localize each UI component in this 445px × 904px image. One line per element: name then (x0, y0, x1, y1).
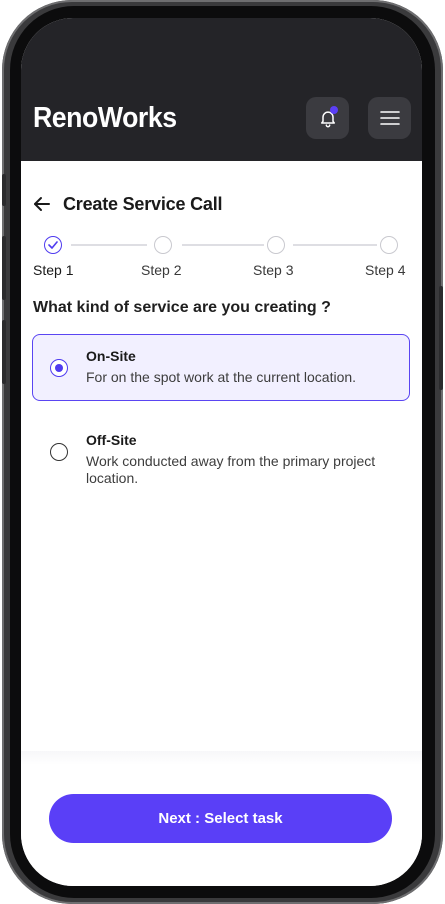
brand-logo: RenoWorks (33, 102, 177, 134)
back-button[interactable] (31, 193, 53, 215)
option-on-site[interactable]: On-Site For on the spot work at the curr… (32, 334, 410, 401)
menu-button[interactable] (368, 97, 411, 139)
step-connector (293, 244, 377, 246)
volume-up-button (2, 236, 6, 300)
check-icon (48, 241, 58, 249)
step-2-indicator (154, 236, 172, 254)
notification-dot (330, 106, 338, 114)
radio-dot (55, 364, 63, 372)
silent-switch (2, 174, 6, 206)
option-description: Work conducted away from the primary pro… (86, 453, 376, 486)
step-connector (182, 244, 264, 246)
option-title: Off-Site (86, 432, 137, 448)
page-title-row: Create Service Call (31, 190, 223, 218)
service-type-question: What kind of service are you creating ? (33, 299, 331, 316)
page-title: Create Service Call (63, 193, 223, 214)
hamburger-menu-icon (379, 111, 400, 125)
notifications-button[interactable] (306, 97, 349, 139)
option-description: For on the spot work at the current loca… (86, 369, 357, 385)
volume-down-button (2, 320, 6, 384)
power-button (439, 286, 443, 390)
option-off-site[interactable]: Off-Site Work conducted away from the pr… (32, 418, 410, 498)
step-4-label: Step 4 (365, 262, 406, 278)
step-3-indicator (267, 236, 285, 254)
step-connector (71, 244, 147, 246)
app-header: RenoWorks (21, 18, 422, 161)
progress-stepper: Step 1 Step 2 Step 3 Step 4 (21, 232, 422, 282)
next-select-task-button[interactable]: Next : Select task (49, 794, 392, 843)
radio-selected[interactable] (50, 359, 68, 377)
step-2-label: Step 2 (141, 262, 182, 278)
step-4-indicator (380, 236, 398, 254)
step-1-indicator (44, 236, 62, 254)
step-3-label: Step 3 (253, 262, 294, 278)
arrow-left-icon (34, 197, 50, 211)
radio-unselected[interactable] (50, 443, 68, 461)
step-1-label: Step 1 (33, 262, 74, 278)
app-screen: RenoWorks Create Service Call Step 1 Ste… (21, 18, 422, 886)
option-title: On-Site (86, 348, 136, 364)
